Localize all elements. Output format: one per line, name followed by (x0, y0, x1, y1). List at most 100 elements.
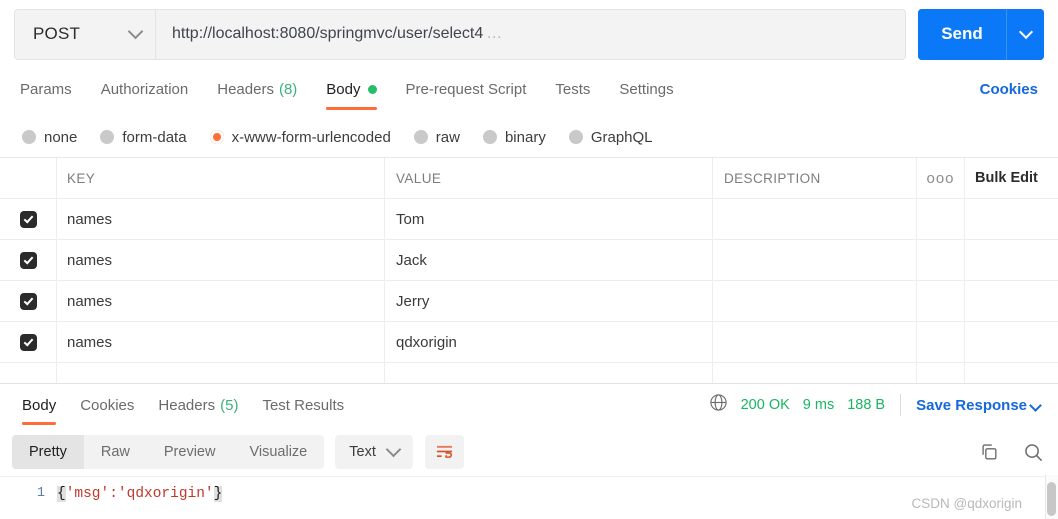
tab-authorization[interactable]: Authorization (101, 68, 189, 110)
row-checkbox[interactable] (19, 210, 37, 228)
tab-label: Cookies (80, 397, 135, 414)
tab-params[interactable]: Params (20, 68, 72, 110)
send-options-button[interactable] (1006, 8, 1044, 60)
header-description: DESCRIPTION (724, 170, 821, 186)
copy-icon (982, 444, 997, 460)
more-icon: ooo (926, 169, 955, 187)
row-more-spacer (917, 199, 965, 239)
radio-label: GraphQL (590, 128, 653, 146)
http-method-label: POST (33, 24, 81, 43)
row-key[interactable]: names (67, 293, 112, 310)
body-text: 'msg':'qdxorigin' (65, 486, 214, 502)
row-bulk-spacer (965, 240, 1058, 280)
tab-label: Test Results (262, 397, 345, 414)
response-tab-body[interactable]: Body (22, 384, 57, 428)
header-key: KEY (67, 170, 96, 186)
globe-icon (709, 393, 728, 417)
chevron-down-icon (1029, 398, 1042, 412)
response-tab-cookies[interactable]: Cookies (80, 384, 134, 428)
tab-label: Settings (619, 80, 674, 98)
bulk-edit-button[interactable]: Bulk Edit (975, 170, 1038, 186)
body-type-x-www-form-urlencoded[interactable]: x-www-form-urlencoded (209, 128, 391, 146)
view-mode-pretty[interactable]: Pretty (12, 435, 84, 469)
http-method-select[interactable]: POST (15, 9, 156, 59)
row-value[interactable]: Jerry (396, 293, 429, 310)
word-wrap-icon (436, 445, 452, 458)
scrollbar-track[interactable] (1045, 475, 1058, 519)
tab-pre-request-script[interactable]: Pre-request Script (406, 68, 527, 110)
response-body-viewer[interactable]: 1 {'msg':'qdxorigin'} (0, 476, 1058, 519)
response-tab-headers[interactable]: Headers (5) (158, 384, 238, 428)
row-checkbox[interactable] (19, 333, 37, 351)
chevron-down-icon (127, 23, 144, 40)
row-checkbox[interactable] (19, 292, 37, 310)
response-format-select[interactable]: Text (335, 435, 413, 469)
row-key[interactable]: names (67, 211, 112, 228)
scrollbar-thumb[interactable] (1047, 482, 1056, 516)
url-input[interactable]: http://localhost:8080/springmvc/user/sel… (156, 9, 905, 59)
word-wrap-button[interactable] (424, 435, 464, 469)
request-url-bar: POST http://localhost:8080/springmvc/use… (0, 0, 1058, 68)
tab-body[interactable]: Body (326, 68, 377, 110)
row-key[interactable]: names (67, 334, 112, 351)
table-more-options-button[interactable]: ooo (917, 158, 965, 198)
body-type-binary[interactable]: binary (482, 128, 546, 146)
row-value[interactable]: Tom (396, 211, 424, 228)
view-mode-visualize[interactable]: Visualize (232, 435, 324, 469)
tab-headers[interactable]: Headers (8) (217, 68, 297, 110)
tab-count: (8) (278, 80, 298, 98)
row-bulk-spacer (965, 281, 1058, 321)
radio-label: form-data (122, 128, 187, 146)
tab-label: Headers (217, 80, 274, 98)
row-value[interactable]: Jack (396, 252, 427, 269)
body-present-dot-icon (367, 84, 377, 94)
search-button[interactable] (1023, 442, 1044, 463)
chevron-down-icon (1018, 24, 1033, 39)
check-icon (23, 294, 33, 306)
save-response-button[interactable]: Save Response (916, 396, 1042, 414)
postman-window: POST http://localhost:8080/springmvc/use… (0, 0, 1058, 519)
view-mode-raw[interactable]: Raw (84, 435, 147, 469)
table-row-partial (0, 363, 1058, 383)
tab-settings[interactable]: Settings (619, 68, 673, 110)
response-meta: 200 OK 9 ms 188 B Save Response (709, 383, 1042, 427)
save-response-label: Save Response (916, 396, 1027, 414)
body-type-graphql[interactable]: GraphQL (568, 128, 653, 146)
tab-label: Pre-request Script (405, 80, 527, 98)
radio-label: binary (504, 128, 546, 146)
response-tab-test-results[interactable]: Test Results (262, 384, 344, 428)
url-text: http://localhost:8080/springmvc/user/sel… (172, 25, 484, 42)
request-tabs: Params Authorization Headers (8) Body Pr… (0, 68, 1058, 110)
response-status: 200 OK (740, 397, 790, 413)
row-value[interactable]: qdxorigin (396, 334, 457, 351)
response-view-toolbar: Pretty Raw Preview Visualize Text (0, 428, 1058, 476)
row-key[interactable]: names (67, 252, 112, 269)
row-more-spacer (917, 240, 965, 280)
response-size: 188 B (847, 397, 886, 413)
row-bulk-spacer (965, 199, 1058, 239)
row-checkbox[interactable] (19, 251, 37, 269)
view-mode-group: Pretty Raw Preview Visualize (12, 435, 325, 469)
line-number: 1 (36, 486, 45, 501)
row-bulk-spacer (965, 322, 1058, 362)
header-checkbox-cell (0, 158, 57, 198)
header-value: VALUE (396, 170, 442, 186)
table-row: names Jerry (0, 281, 1058, 322)
body-type-form-data[interactable]: form-data (100, 128, 187, 146)
radio-icon (22, 130, 36, 144)
send-button[interactable]: Send (918, 8, 1006, 60)
row-more-spacer (917, 281, 965, 321)
radio-selected-icon (209, 130, 224, 144)
table-row: names qdxorigin (0, 322, 1058, 363)
copy-button[interactable] (979, 442, 999, 462)
radio-label: x-www-form-urlencoded (231, 128, 391, 146)
cookies-link[interactable]: Cookies (980, 68, 1038, 110)
body-type-raw[interactable]: raw (413, 129, 460, 146)
tab-label: Params (20, 80, 72, 98)
response-time: 9 ms (802, 397, 835, 413)
code-content: {'msg':'qdxorigin'} (57, 486, 223, 502)
body-type-none[interactable]: none (22, 129, 77, 146)
check-icon (23, 212, 33, 224)
view-mode-preview[interactable]: Preview (147, 435, 233, 469)
tab-tests[interactable]: Tests (555, 68, 590, 110)
